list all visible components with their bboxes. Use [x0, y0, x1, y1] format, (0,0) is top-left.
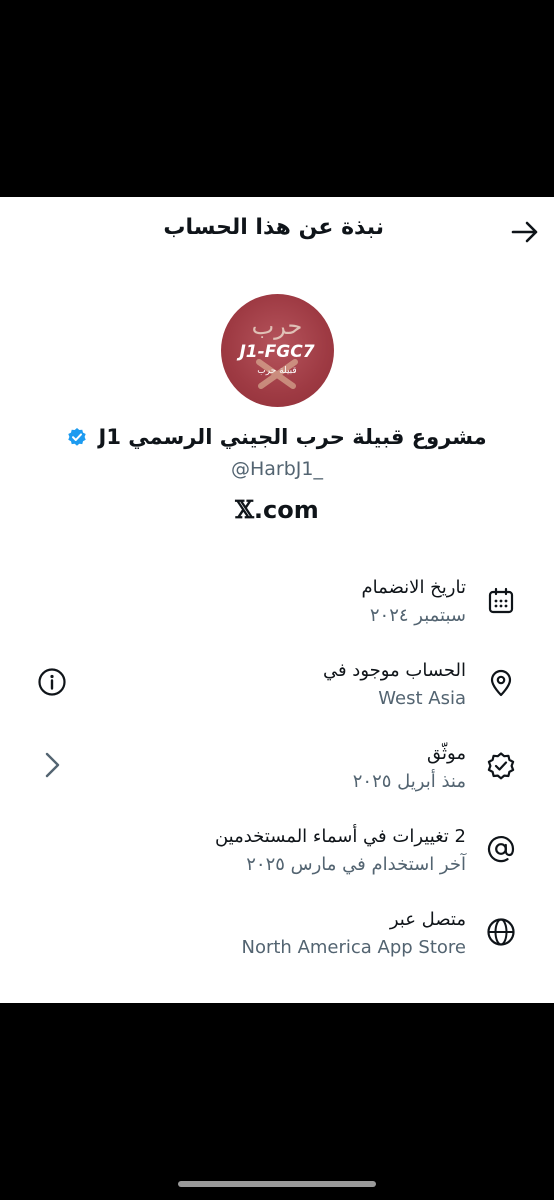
info-icon[interactable]	[37, 667, 67, 697]
page-title: نبذة عن هذا الحساب	[163, 215, 384, 240]
row-subtitle: سبتمبر ٢٠٢٤	[369, 605, 466, 626]
row-verified[interactable]: موثّق منذ أبريل ٢٠٢٥	[0, 738, 554, 808]
row-location: الحساب موجود في West Asia	[0, 655, 554, 725]
home-indicator[interactable]	[178, 1181, 376, 1187]
globe-icon	[486, 917, 516, 947]
site-domain[interactable]: 𝕏.com	[0, 495, 554, 524]
avatar: حرب J1-FGC7 قبيلة حرب	[221, 294, 334, 407]
row-title: الحساب موجود في	[322, 660, 466, 681]
at-sign-icon	[486, 834, 516, 864]
site-domain-text: .com	[253, 496, 319, 524]
row-title: تاريخ الانضمام	[361, 577, 466, 598]
calendar-icon	[486, 586, 516, 616]
header: نبذة عن هذا الحساب	[0, 197, 554, 267]
row-title: متصل عبر	[389, 909, 466, 930]
row-username-changes: 2 تغييرات في أسماء المستخدمين آخر استخدا…	[0, 821, 554, 891]
avatar-subtext: قبيلة حرب	[257, 366, 296, 376]
row-subtitle: North America App Store	[241, 937, 467, 958]
row-title: موثّق	[427, 743, 466, 764]
row-title: 2 تغييرات في أسماء المستخدمين	[214, 826, 466, 847]
verified-badge-icon	[486, 751, 516, 781]
row-subtitle: West Asia	[378, 688, 466, 709]
row-connected-via: متصل عبر North America App Store	[0, 904, 554, 974]
display-name: مشروع قبيلة حرب الجيني الرسمي J1	[98, 425, 487, 449]
arrow-right-icon[interactable]	[510, 217, 540, 247]
x-logo-icon: 𝕏	[235, 495, 254, 524]
location-pin-icon	[486, 668, 516, 698]
verified-badge-icon	[67, 427, 87, 447]
row-subtitle: آخر استخدام في مارس ٢٠٢٥	[246, 854, 466, 875]
row-subtitle: منذ أبريل ٢٠٢٥	[352, 771, 466, 792]
avatar-arabic-text: حرب	[252, 312, 303, 340]
row-join-date: تاريخ الانضمام سبتمبر ٢٠٢٤	[0, 572, 554, 642]
chevron-right-icon[interactable]	[37, 750, 67, 780]
avatar-code-text: J1-FGC7	[236, 342, 314, 362]
about-account-sheet: نبذة عن هذا الحساب حرب J1-FGC7 قبيلة حرب…	[0, 197, 554, 1003]
handle[interactable]: @HarbJ1_	[0, 458, 554, 480]
display-name-row: مشروع قبيلة حرب الجيني الرسمي J1	[0, 425, 554, 449]
